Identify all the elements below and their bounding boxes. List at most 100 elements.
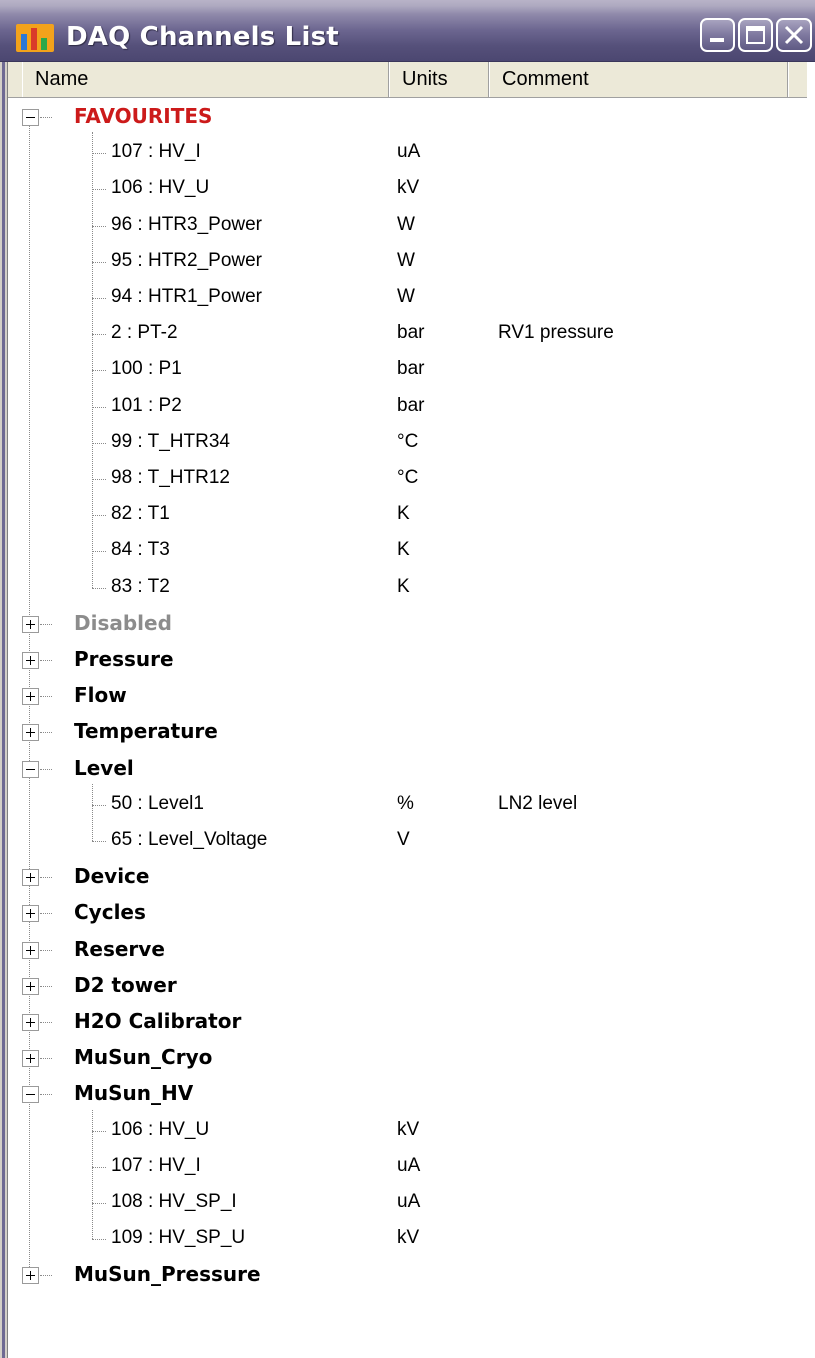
expand-toggle-icon[interactable] [22,1267,39,1285]
tree-group-row[interactable]: D2 tower [8,967,807,1003]
channel-row[interactable]: 109 : HV_SP_U kV [8,1220,807,1256]
channel-row[interactable]: 107 : HV_I uA [8,1148,807,1184]
channel-name: 2 : PT-2 [111,322,178,344]
tree-group-label: Disabled [74,610,172,635]
tree-connector [92,1203,106,1204]
tree-group-row[interactable]: Flow [8,677,807,713]
channel-row[interactable]: 95 : HTR2_Power W [8,243,807,279]
channel-units: °C [397,467,419,488]
channel-units: bar [397,322,425,344]
tree-connector [92,225,106,227]
channel-name: 101 : P2 [111,394,182,416]
expand-toggle-icon[interactable] [22,688,39,706]
column-header-comment[interactable]: Comment [489,62,788,97]
channel-name: 83 : T2 [111,575,170,597]
expand-toggle-icon[interactable] [22,615,39,633]
expand-toggle-icon[interactable] [22,977,39,995]
collapse-toggle-icon[interactable] [22,109,39,126]
channel-name: 106 : HV_U [111,177,210,199]
tree-connector [40,949,52,951]
tree-group-row[interactable]: Temperature [8,713,807,749]
channel-row[interactable]: 107 : HV_I uA [8,134,807,170]
expand-toggle-icon[interactable] [22,652,39,669]
channel-row[interactable]: 108 : HV_SP_I uA [8,1184,807,1220]
tree-group-label: Pressure [74,647,174,671]
column-header-units[interactable]: Units [389,62,489,97]
tree-group-row[interactable]: Device [8,858,807,894]
channel-row[interactable]: 94 : HTR1_Power W [8,279,807,315]
column-header-name[interactable]: Name [22,62,389,97]
tree-group-row[interactable]: Cycles [8,894,807,930]
tree-group-row[interactable]: FAVOURITES [8,98,807,134]
channel-row[interactable]: 106 : HV_U kV [8,1112,807,1148]
channel-row[interactable]: 101 : P2 bar [8,388,807,424]
tree-group-row[interactable]: MuSun_HV [8,1075,807,1111]
channel-row[interactable]: 82 : T1 K [8,496,807,532]
tree-group-label: FAVOURITES [74,104,213,128]
expand-toggle-icon[interactable] [22,905,39,923]
tree-connector [40,117,52,118]
channel-name: 99 : T_HTR34 [111,430,230,452]
channel-row[interactable]: 96 : HTR3_Power W [8,207,807,243]
tree-group-row[interactable]: Level [8,750,807,786]
daq-channels-window: DAQ Channels List Name Units Comment FAV… [0,0,815,1358]
channel-units: uA [397,1154,421,1176]
tree-group-label: Cycles [74,900,146,925]
channel-units: K [397,503,410,525]
tree-connector [92,515,106,517]
channel-tree[interactable]: FAVOURITES 107 : HV_I uA 106 : HV_U kV 96 : H… [8,98,807,1358]
expand-toggle-icon[interactable] [22,941,39,959]
channel-units: K [397,575,410,597]
tree-group-label: MuSun_Pressure [74,1262,261,1287]
tree-group-label: Flow [74,683,127,708]
channel-name: 84 : T3 [111,539,170,561]
minimize-button[interactable] [700,18,735,52]
expand-toggle-icon[interactable] [22,1050,39,1068]
close-button[interactable] [776,18,812,52]
tree-group-row[interactable]: Reserve [8,931,807,967]
tree-connector [92,298,106,299]
collapse-toggle-icon[interactable] [22,1086,39,1104]
tree-group-row[interactable]: Pressure [8,641,807,677]
channel-row[interactable]: 84 : T3 K [8,532,807,568]
channel-units: kV [397,177,420,199]
channel-row[interactable]: 2 : PT-2 bar RV1 pressure [8,315,807,351]
tree-connector [40,660,52,661]
tree-group-row[interactable]: Disabled [8,605,807,641]
collapse-toggle-icon[interactable] [22,760,39,778]
expand-toggle-icon[interactable] [22,869,39,887]
channel-units: °C [397,430,419,452]
tree-group-row[interactable]: H2O Calibrator [8,1003,807,1039]
expand-toggle-icon[interactable] [22,724,39,742]
channel-row[interactable]: 65 : Level_Voltage V [8,822,807,858]
tree-connector [40,696,52,698]
channel-units: % [397,792,414,814]
tree-group-label: Device [74,864,150,889]
tree-connector [40,1058,52,1060]
channel-row[interactable]: 99 : T_HTR34 °C [8,424,807,460]
channel-name: 109 : HV_SP_U [111,1227,246,1249]
channel-row[interactable]: 50 : Level1% LN2 level [8,786,807,822]
channel-comment: RV1 pressure [498,322,614,344]
channel-units: W [397,249,415,271]
channel-name: 107 : HV_I [111,141,201,163]
tree-connector [92,370,106,372]
tree-connector [92,1239,106,1241]
tree-connector [92,587,106,589]
channel-name: 82 : T1 [111,503,170,525]
tree-connector [92,1130,106,1132]
tree-group-row[interactable]: MuSun_Cryo [8,1039,807,1075]
channel-row[interactable]: 98 : T_HTR12 °C [8,460,807,496]
tree-connector [40,1094,52,1096]
expand-toggle-icon[interactable] [22,1014,39,1031]
tree-connector [40,623,52,625]
channel-row[interactable]: 83 : T2 K [8,569,807,605]
channel-comment: LN2 level [498,792,578,814]
title-bar[interactable]: DAQ Channels List [0,0,815,62]
channel-name: 108 : HV_SP_I [111,1191,237,1212]
maximize-button[interactable] [738,18,773,52]
channel-row[interactable]: 106 : HV_U kV [8,170,807,206]
tree-connector [92,153,106,155]
tree-group-row[interactable]: MuSun_Pressure [8,1256,807,1292]
channel-row[interactable]: 100 : P1 bar [8,351,807,387]
